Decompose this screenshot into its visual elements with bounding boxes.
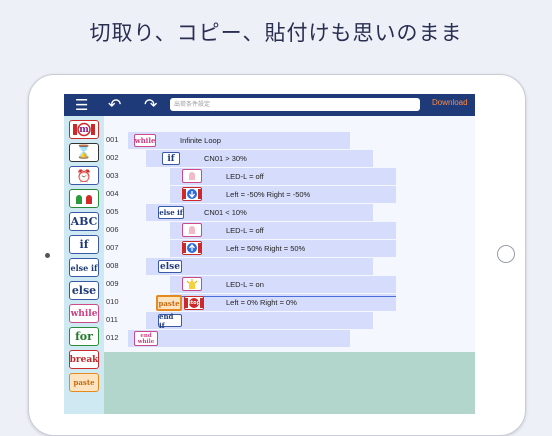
code-row[interactable] [146,150,373,167]
palette-label: paste [73,378,95,387]
code-row[interactable] [128,132,350,149]
code-row[interactable] [170,168,396,185]
paste-block[interactable]: paste [156,295,182,311]
toolbar: ☰ ↶ ↷ 出荷条件設定 Download [64,94,475,116]
palette-label: else if [70,262,98,273]
line-number: 006 [106,225,119,234]
line-number: 003 [106,171,119,180]
editor-footer [104,352,475,414]
palette-label: for [75,330,93,343]
line-number: 004 [106,189,119,198]
line-number: 008 [106,261,119,270]
redo-icon[interactable]: ↷ [144,96,157,114]
search-input[interactable]: 出荷条件設定 [170,98,420,111]
led-icon [76,194,92,204]
line-description: LED-L = off [226,172,264,181]
palette-led-button[interactable] [69,189,99,208]
palette-paste-button[interactable]: paste [69,373,99,392]
palette-label: else [71,284,97,297]
alarm-clock-icon: ⏰ [76,168,92,183]
palette-label: m [79,124,89,135]
headline: 切取り、コピー、貼付けも思いのまま [89,21,463,45]
elseif-block[interactable]: else if [158,206,184,219]
palette-label: ABC [70,215,98,228]
line-description: CN01 > 30% [204,154,247,163]
palette-label: break [69,354,99,365]
led-off-icon[interactable] [182,223,202,237]
code-editor: 001 while Infinite Loop 002 if CN01 > 30… [104,116,475,414]
palette-if-button[interactable]: if [69,235,99,254]
camera-dot [45,253,50,258]
palette-label: while [70,308,98,319]
palette-label: if [79,238,89,251]
while-block[interactable]: while [134,134,156,147]
motor-backward-icon[interactable] [182,187,202,201]
code-row[interactable] [170,276,396,293]
line-number: 009 [106,279,119,288]
line-description: Left = -50% Right = -50% [226,190,311,199]
line-number: 001 [106,135,119,144]
palette-else-button[interactable]: else [69,281,99,300]
palette-for-button[interactable]: for [69,327,99,346]
download-button[interactable]: Download [432,98,468,107]
line-number: 005 [106,207,119,216]
if-block[interactable]: if [162,152,180,165]
palette-timer-button[interactable]: ⌛ [69,143,99,162]
line-description: Infinite Loop [180,136,221,145]
line-number: 011 [106,315,118,324]
code-row[interactable] [170,222,396,239]
line-number: 002 [106,153,119,162]
palette-break-button[interactable]: break [69,350,99,369]
line-description: LED-L = on [226,280,264,289]
line-description: LED-L = off [226,226,264,235]
palette-elseif-button[interactable]: else if [69,258,99,277]
line-description: CN01 < 10% [204,208,247,217]
line-description: Left = 50% Right = 50% [226,244,306,253]
line-number: 012 [106,333,119,342]
stop-label: stop [187,300,201,306]
motor-forward-icon[interactable] [182,241,202,255]
undo-icon[interactable]: ↶ [108,96,121,114]
hourglass-icon: ⌛ [75,145,93,160]
palette-abc-button[interactable]: ABC [69,212,99,231]
palette-alarm-button[interactable]: ⏰ [69,166,99,185]
else-block[interactable]: else [158,260,182,273]
code-row[interactable] [128,330,350,347]
palette-while-button[interactable]: while [69,304,99,323]
home-button[interactable] [497,245,515,263]
menu-icon[interactable]: ☰ [75,96,88,114]
stop-icon[interactable]: stop [184,296,204,310]
line-number: 010 [106,297,119,306]
palette-motor-button[interactable]: m [69,120,99,139]
line-description: Left = 0% Right = 0% [226,298,297,307]
led-on-icon[interactable] [182,277,202,291]
led-off-icon[interactable] [182,169,202,183]
app-screen: ☰ ↶ ↷ 出荷条件設定 Download m ⌛ ⏰ ABC if else … [64,94,475,414]
endif-block[interactable]: end if [158,312,182,330]
block-palette: m ⌛ ⏰ ABC if else if else while for brea… [64,116,104,414]
endwhile-block[interactable]: end while [134,331,158,346]
line-number: 007 [106,243,119,252]
